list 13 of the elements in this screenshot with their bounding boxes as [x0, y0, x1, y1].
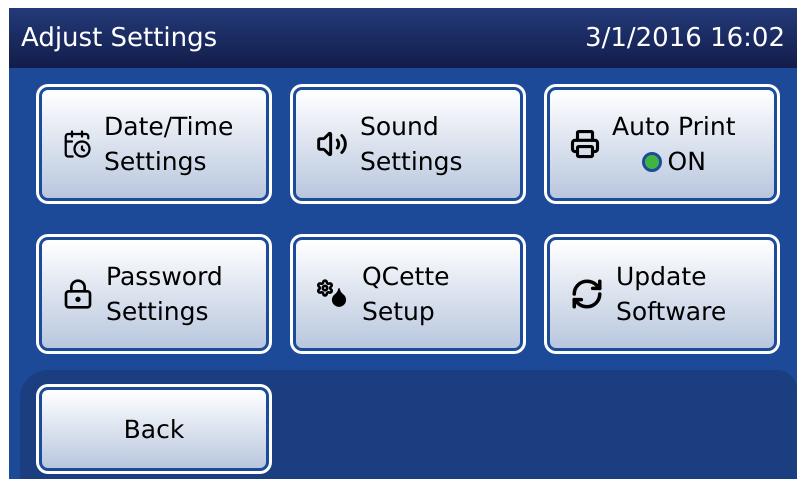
settings-button[interactable]: Password Settings: [39, 237, 269, 351]
screen-title: Adjust Settings: [21, 22, 218, 54]
settings-button[interactable]: QCette Setup: [293, 237, 523, 351]
printer-icon: [570, 129, 600, 159]
calendar-clock-icon: [62, 129, 92, 159]
date-time: 3/1/2016 16:02: [585, 22, 785, 54]
lock-icon: [62, 278, 94, 310]
refresh-icon: [570, 277, 604, 311]
settings-button[interactable]: Date/Time Settings: [39, 87, 269, 201]
settings-button[interactable]: Update Software: [547, 237, 777, 351]
settings-button[interactable]: Sound Settings: [293, 87, 523, 201]
settings-button[interactable]: Auto Print ON: [547, 87, 777, 201]
back-button[interactable]: Back: [39, 387, 269, 471]
